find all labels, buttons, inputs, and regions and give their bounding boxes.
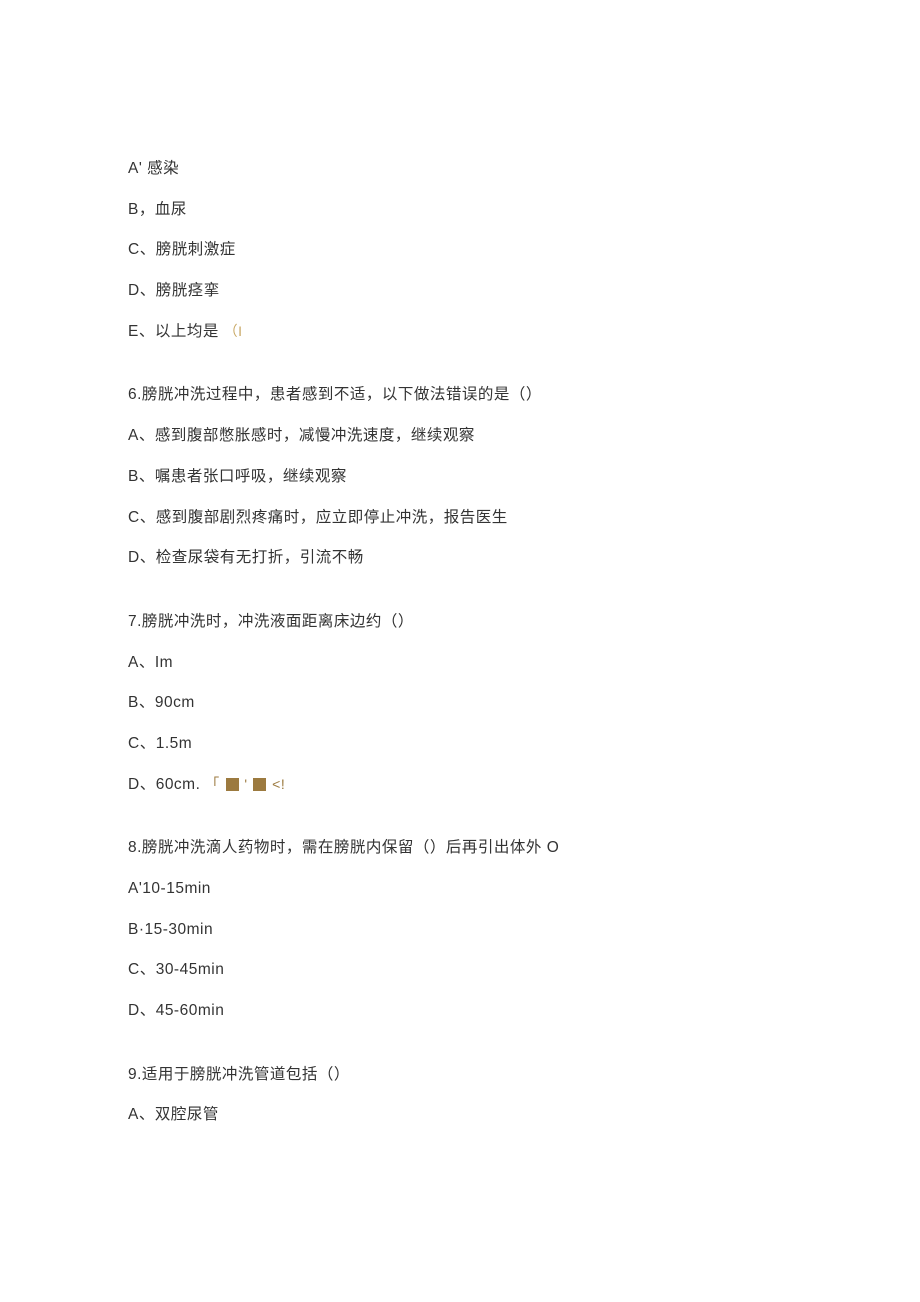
q5-option-d: D、膀胱痉挛 — [128, 280, 808, 302]
accent-text: 「 — [205, 776, 220, 792]
text: D、45-60min — [128, 1002, 224, 1019]
text: C、膀胱刺激症 — [128, 241, 236, 258]
text: D、膀胱痉挛 — [128, 282, 220, 299]
text: A、双腔尿管 — [128, 1106, 219, 1123]
text: C、感到腹部剧烈疼痛时，应立即停止冲洗，报告医生 — [128, 509, 508, 526]
q6-option-c: C、感到腹部剧烈疼痛时，应立即停止冲洗，报告医生 — [128, 507, 808, 529]
text: D、60cm. — [128, 776, 200, 793]
text: A'10-15min — [128, 880, 211, 897]
text: C、30-45min — [128, 961, 224, 978]
redacted-box-icon — [226, 778, 239, 791]
q7-option-b: B、90cm — [128, 692, 808, 714]
q7-option-c: C、1.5m — [128, 733, 808, 755]
q5-option-b: B，血尿 — [128, 199, 808, 221]
text: 8.膀胱冲洗滴人药物时，需在膀胱内保留（）后再引出体外 O — [128, 839, 559, 856]
text: A' 感染 — [128, 160, 179, 177]
q6-option-d: D、检查尿袋有无打折，引流不畅 — [128, 547, 808, 569]
text: 7.膀胱冲洗时，冲洗液面距离床边约（） — [128, 613, 414, 630]
text: C、1.5m — [128, 735, 192, 752]
q8-option-c: C、30-45min — [128, 959, 808, 981]
q5-option-a: A' 感染 — [128, 158, 808, 180]
q9-option-a: A、双腔尿管 — [128, 1104, 808, 1126]
q8-stem: 8.膀胱冲洗滴人药物时，需在膀胱内保留（）后再引出体外 O — [128, 837, 808, 859]
q7-option-a: A、Im — [128, 652, 808, 674]
q7-option-d: D、60cm. 「 ' <! — [128, 774, 808, 796]
q8-option-b: B·15-30min — [128, 919, 808, 941]
q6-option-a: A、感到腹部憋胀感时，减慢冲洗速度，继续观察 — [128, 425, 808, 447]
text: E、以上均是 — [128, 323, 219, 340]
q8-option-d: D、45-60min — [128, 1000, 808, 1022]
q9-stem: 9.适用于膀胱冲洗管道包括（） — [128, 1064, 808, 1086]
q5-option-e: E、以上均是 （I — [128, 321, 808, 343]
q8-option-a: A'10-15min — [128, 878, 808, 900]
q5-option-c: C、膀胱刺激症 — [128, 239, 808, 261]
text: A、Im — [128, 654, 173, 671]
accent-text: <! — [272, 776, 285, 792]
accent-bracket: （I — [224, 323, 243, 339]
text: D、检查尿袋有无打折，引流不畅 — [128, 549, 364, 566]
q7-stem: 7.膀胱冲洗时，冲洗液面距离床边约（） — [128, 611, 808, 633]
accent-text: ' — [244, 776, 247, 792]
redacted-box-icon — [253, 778, 266, 791]
q6-option-b: B、嘱患者张口呼吸，继续观察 — [128, 466, 808, 488]
text: B、90cm — [128, 694, 195, 711]
text: A、感到腹部憋胀感时，减慢冲洗速度，继续观察 — [128, 427, 475, 444]
text: B、嘱患者张口呼吸，继续观察 — [128, 468, 347, 485]
text: 9.适用于膀胱冲洗管道包括（） — [128, 1066, 350, 1083]
text: B，血尿 — [128, 201, 187, 218]
text: B·15-30min — [128, 921, 213, 938]
text: 6.膀胱冲洗过程中，患者感到不适，以下做法错误的是（） — [128, 386, 542, 403]
q6-stem: 6.膀胱冲洗过程中，患者感到不适，以下做法错误的是（） — [128, 384, 808, 406]
